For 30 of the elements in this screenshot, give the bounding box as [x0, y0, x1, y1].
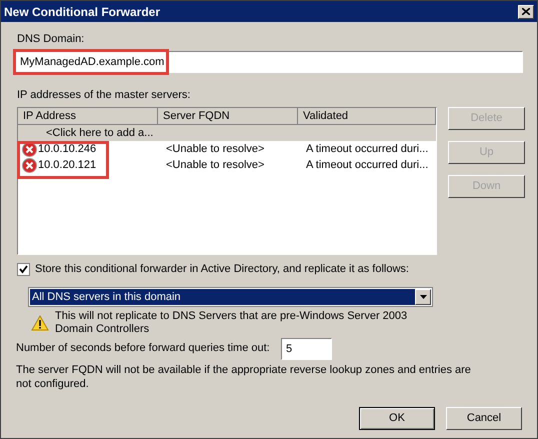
section-label: IP addresses of the master servers:: [17, 88, 192, 103]
timeout-input[interactable]: 5: [281, 338, 332, 360]
replication-dropdown[interactable]: All DNS servers in this domain: [28, 286, 433, 306]
table-cell-text: 10.0.20.121: [38, 158, 96, 173]
table-cell-text: A timeout occurred duri...: [306, 142, 428, 157]
warning-text: This will not replicate to DNS Servers that are pre-Windows Server 2003 Domain Controllers: [55, 310, 408, 336]
list-row[interactable]: 10.0.20.121 <Unable to resolve> A timeout occurred duri...: [18, 157, 436, 173]
field-label: Number of seconds before forward queries time out:: [16, 341, 271, 356]
table-cell-text: <Unable to resolve>: [166, 142, 264, 157]
note-text: The server FQDN will not be available if the appropriate reverse lookup zones and entries are not configured.: [16, 362, 472, 390]
table-cell-text: 10.0.10.246: [38, 142, 96, 157]
column-header[interactable]: IP Address: [18, 108, 158, 125]
checkbox-label: Store this conditional forwarder in Active Directory, and replicate it as follows:: [35, 262, 409, 277]
field-label: DNS Domain:: [17, 32, 86, 47]
close-button[interactable]: [518, 4, 534, 18]
dialog-button[interactable]: OK: [359, 406, 435, 430]
table-cell-text: <Unable to resolve>: [166, 158, 264, 173]
column-header[interactable]: Validated: [298, 108, 436, 125]
list-row[interactable]: 10.0.10.246 <Unable to resolve> A timeout occurred duri...: [18, 141, 436, 157]
column-header[interactable]: Server FQDN: [158, 108, 298, 125]
window-title: New Conditional Forwarder: [4, 4, 160, 20]
warning-icon: [31, 314, 49, 330]
domain-input[interactable]: MyManagedAD.example.com: [15, 51, 523, 73]
table-cell-text: A timeout occurred duri...: [306, 158, 428, 173]
add-entry-text[interactable]: <Click here to add a...: [46, 124, 154, 142]
dropdown-value: All DNS servers in this domain: [30, 288, 415, 304]
dialog-button[interactable]: Cancel: [446, 406, 522, 430]
list-row[interactable]: <Click here to add a...: [18, 125, 436, 141]
close-icon: [522, 8, 530, 15]
checkbox[interactable]: [17, 262, 30, 276]
